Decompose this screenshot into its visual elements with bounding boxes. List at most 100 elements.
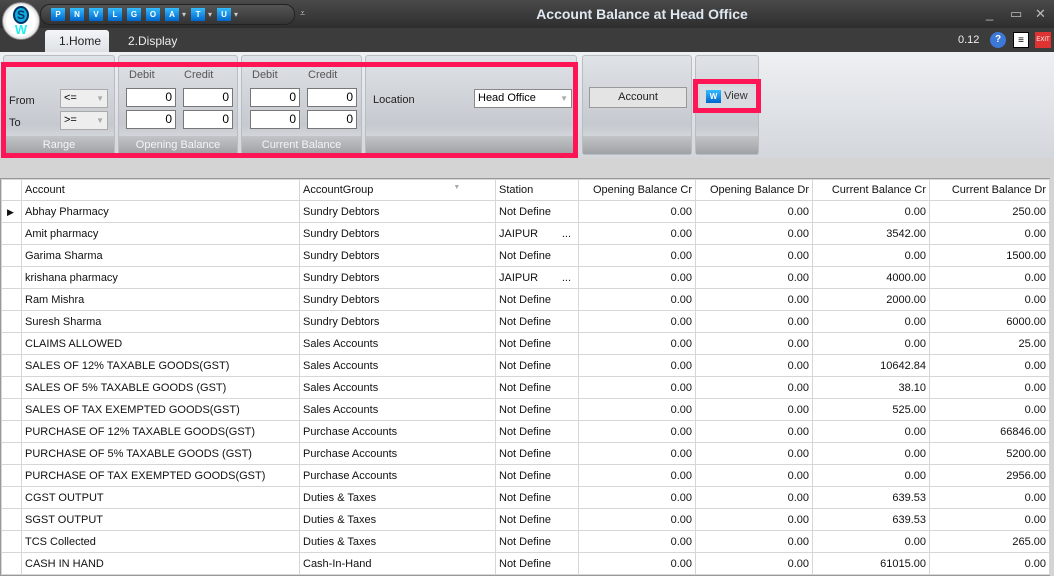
row-header[interactable]: [1, 222, 22, 245]
opening-to-credit-input[interactable]: 0: [183, 110, 233, 129]
cell-opening-balance-dr[interactable]: 0.00: [695, 442, 813, 465]
cell-current-balance-cr[interactable]: 0.00: [812, 200, 930, 223]
cell-opening-balance-cr[interactable]: 0.00: [578, 486, 696, 509]
column-header-accountgroup[interactable]: AccountGroup ▼: [299, 179, 496, 201]
cell-account[interactable]: Suresh Sharma: [21, 310, 300, 333]
cell-current-balance-dr[interactable]: 250.00: [929, 200, 1050, 223]
cell-current-balance-dr[interactable]: 5200.00: [929, 442, 1050, 465]
table-row[interactable]: SALES OF 12% TAXABLE GOODS(GST) Sales Acc…: [1, 354, 1050, 377]
row-header[interactable]: [1, 530, 22, 553]
close-button[interactable]: ✕: [1035, 6, 1046, 22]
row-header[interactable]: [1, 288, 22, 311]
table-row[interactable]: PURCHASE OF TAX EXEMPTED GOODS(GST) Purch…: [1, 464, 1050, 487]
cell-opening-balance-dr[interactable]: 0.00: [695, 486, 813, 509]
tab-display[interactable]: 2.Display: [114, 30, 191, 52]
table-row[interactable]: CLAIMS ALLOWED Sales Accounts Not Define 0.…: [1, 332, 1050, 355]
row-header[interactable]: [1, 354, 22, 377]
cell-accountgroup[interactable]: Sundry Debtors: [299, 222, 496, 245]
table-row[interactable]: SALES OF TAX EXEMPTED GOODS(GST) Sales Ac…: [1, 398, 1050, 421]
table-row[interactable]: CASH IN HAND Cash-In-Hand Not Define 0.00 0.…: [1, 552, 1050, 575]
row-header[interactable]: [1, 310, 22, 333]
cell-station[interactable]: Not Define: [495, 200, 579, 223]
column-header-current-balance-dr[interactable]: Current Balance Dr: [929, 179, 1050, 201]
cell-opening-balance-cr[interactable]: 0.00: [578, 552, 696, 575]
row-header[interactable]: [1, 420, 22, 443]
cell-opening-balance-cr[interactable]: 0.00: [578, 442, 696, 465]
cell-opening-balance-dr[interactable]: 0.00: [695, 552, 813, 575]
cell-opening-balance-dr[interactable]: 0.00: [695, 266, 813, 289]
cell-opening-balance-cr[interactable]: 0.00: [578, 332, 696, 355]
cell-accountgroup[interactable]: Purchase Accounts: [299, 442, 496, 465]
cell-current-balance-dr[interactable]: 0.00: [929, 354, 1050, 377]
cell-opening-balance-dr[interactable]: 0.00: [695, 332, 813, 355]
column-header-opening-balance-cr[interactable]: Opening Balance Cr: [578, 179, 696, 201]
cell-station[interactable]: Not Define: [495, 376, 579, 399]
table-row[interactable]: ▶ Abhay Pharmacy Sundry Debtors Not Define 0…: [1, 200, 1050, 223]
cell-station[interactable]: Not Define: [495, 398, 579, 421]
cell-accountgroup[interactable]: Purchase Accounts: [299, 464, 496, 487]
cell-station[interactable]: Not Define: [495, 464, 579, 487]
cell-current-balance-dr[interactable]: 66846.00: [929, 420, 1050, 443]
cell-current-balance-dr[interactable]: 25.00: [929, 332, 1050, 355]
table-row[interactable]: Suresh Sharma Sundry Debtors Not Define 0.0…: [1, 310, 1050, 333]
cell-current-balance-dr[interactable]: 0.00: [929, 222, 1050, 245]
cell-station[interactable]: Not Define: [495, 486, 579, 509]
cell-opening-balance-dr[interactable]: 0.00: [695, 222, 813, 245]
cell-current-balance-cr[interactable]: 2000.00: [812, 288, 930, 311]
cell-opening-balance-cr[interactable]: 0.00: [578, 222, 696, 245]
current-to-credit-input[interactable]: 0: [307, 110, 357, 129]
cell-current-balance-cr[interactable]: 10642.84: [812, 354, 930, 377]
cell-station[interactable]: Not Define: [495, 508, 579, 531]
cell-opening-balance-dr[interactable]: 0.00: [695, 508, 813, 531]
row-header[interactable]: [1, 398, 22, 421]
cell-station[interactable]: Not Define: [495, 552, 579, 575]
cell-account[interactable]: SALES OF TAX EXEMPTED GOODS(GST): [21, 398, 300, 421]
cell-account[interactable]: CASH IN HAND: [21, 552, 300, 575]
help-icon[interactable]: ?: [990, 32, 1006, 48]
cell-station[interactable]: Not Define: [495, 332, 579, 355]
cell-station[interactable]: Not Define: [495, 244, 579, 267]
account-balance-grid[interactable]: Account AccountGroup ▼ Station Opening Balan…: [0, 178, 1050, 576]
exit-icon[interactable]: EXIT: [1035, 32, 1051, 48]
cell-opening-balance-cr[interactable]: 0.00: [578, 376, 696, 399]
opening-from-credit-input[interactable]: 0: [183, 88, 233, 107]
cell-account[interactable]: PURCHASE OF 5% TAXABLE GOODS (GST): [21, 442, 300, 465]
cell-opening-balance-cr[interactable]: 0.00: [578, 266, 696, 289]
tab-home[interactable]: 1.Home: [45, 30, 109, 52]
cell-current-balance-cr[interactable]: 0.00: [812, 244, 930, 267]
cell-opening-balance-cr[interactable]: 0.00: [578, 508, 696, 531]
cell-opening-balance-cr[interactable]: 0.00: [578, 354, 696, 377]
table-row[interactable]: SALES OF 5% TAXABLE GOODS (GST) Sales Acc…: [1, 376, 1050, 399]
opening-from-debit-input[interactable]: 0: [126, 88, 176, 107]
cell-account[interactable]: PURCHASE OF 12% TAXABLE GOODS(GST): [21, 420, 300, 443]
cell-station[interactable]: JAIPUR...: [495, 222, 579, 245]
cell-account[interactable]: CLAIMS ALLOWED: [21, 332, 300, 355]
cell-accountgroup[interactable]: Sales Accounts: [299, 354, 496, 377]
cell-account[interactable]: Abhay Pharmacy: [21, 200, 300, 223]
cell-accountgroup[interactable]: Purchase Accounts: [299, 420, 496, 443]
cell-account[interactable]: SGST OUTPUT: [21, 508, 300, 531]
cell-accountgroup[interactable]: Sundry Debtors: [299, 266, 496, 289]
cell-account[interactable]: Amit pharmacy: [21, 222, 300, 245]
report-icon[interactable]: ≡: [1013, 32, 1029, 48]
table-row[interactable]: Ram Mishra Sundry Debtors Not Define 0.00 0.…: [1, 288, 1050, 311]
cell-accountgroup[interactable]: Sundry Debtors: [299, 244, 496, 267]
row-header[interactable]: [1, 332, 22, 355]
cell-current-balance-dr[interactable]: 0.00: [929, 486, 1050, 509]
table-row[interactable]: krishana pharmacy Sundry Debtors JAIPUR...…: [1, 266, 1050, 289]
cell-account[interactable]: Garima Sharma: [21, 244, 300, 267]
cell-opening-balance-dr[interactable]: 0.00: [695, 200, 813, 223]
station-picker-button[interactable]: ...: [562, 272, 571, 284]
cell-current-balance-cr[interactable]: 38.10: [812, 376, 930, 399]
cell-opening-balance-dr[interactable]: 0.00: [695, 354, 813, 377]
cell-opening-balance-cr[interactable]: 0.00: [578, 398, 696, 421]
cell-station[interactable]: Not Define: [495, 288, 579, 311]
current-from-credit-input[interactable]: 0: [307, 88, 357, 107]
cell-opening-balance-cr[interactable]: 0.00: [578, 310, 696, 333]
cell-station[interactable]: JAIPUR...: [495, 266, 579, 289]
cell-opening-balance-cr[interactable]: 0.00: [578, 464, 696, 487]
location-select[interactable]: Head Office ▼: [474, 89, 572, 108]
view-button[interactable]: W View: [700, 87, 756, 108]
cell-current-balance-dr[interactable]: 0.00: [929, 288, 1050, 311]
cell-account[interactable]: SALES OF 12% TAXABLE GOODS(GST): [21, 354, 300, 377]
